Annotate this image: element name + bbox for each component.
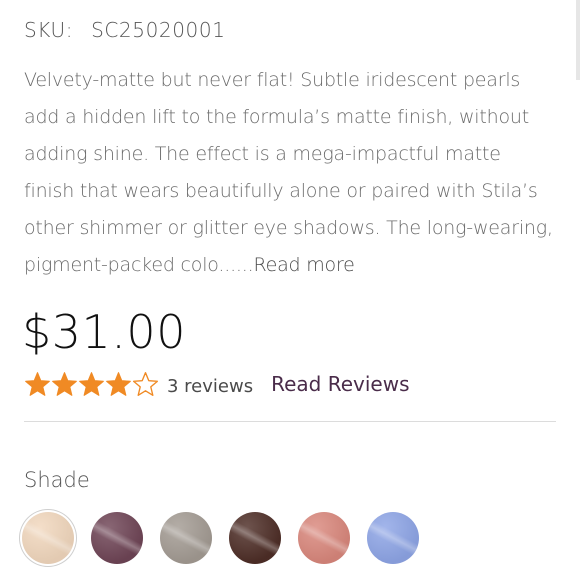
shade-swatch-list — [22, 512, 436, 564]
star-filled-icon — [52, 371, 77, 396]
section-divider — [24, 421, 556, 422]
star-filled-icon — [106, 371, 131, 396]
product-price: $31.00 — [22, 305, 186, 359]
shade-swatch[interactable] — [160, 512, 212, 564]
shade-swatch[interactable] — [22, 512, 74, 564]
star-filled-icon — [79, 371, 104, 396]
star-empty-icon — [133, 371, 158, 396]
read-reviews-link[interactable]: Read Reviews — [271, 372, 409, 396]
scrollbar[interactable] — [576, 0, 580, 80]
read-more-link[interactable]: Read more — [253, 254, 354, 276]
star-rating[interactable] — [24, 371, 159, 398]
sku-row: SKU: SC25020001 — [24, 18, 226, 42]
sku-value: SC25020001 — [91, 18, 226, 42]
shade-swatch[interactable] — [298, 512, 350, 564]
description-text: Velvety-matte but never flat! Subtle iri… — [24, 69, 553, 276]
review-count[interactable]: 3 reviews — [167, 376, 253, 397]
rating-row: 3 reviews Read Reviews — [24, 368, 409, 400]
product-description: Velvety-matte but never flat! Subtle iri… — [24, 62, 554, 284]
shade-swatch[interactable] — [91, 512, 143, 564]
shade-swatch[interactable] — [229, 512, 281, 564]
sku-label: SKU: — [24, 18, 74, 42]
shade-label: Shade — [24, 468, 90, 492]
shade-swatch[interactable] — [367, 512, 419, 564]
star-filled-icon — [25, 371, 50, 396]
